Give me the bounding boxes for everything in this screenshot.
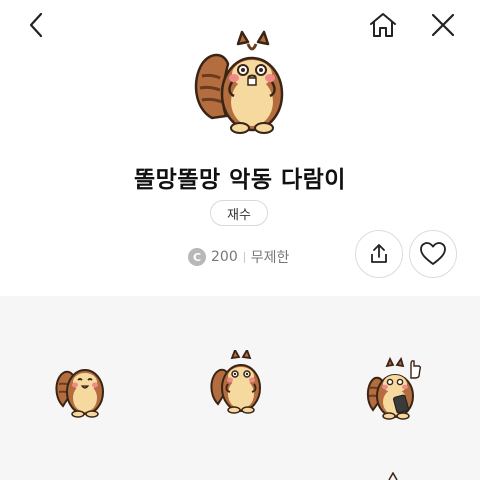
divider	[243, 251, 245, 263]
share-icon	[371, 244, 387, 263]
close-button[interactable]	[426, 8, 460, 42]
sticker-main-image	[194, 30, 284, 134]
home-icon	[370, 13, 396, 37]
sticker-item-3[interactable]	[365, 356, 421, 420]
sticker-next-row-peek	[388, 472, 398, 480]
share-button[interactable]	[355, 230, 403, 278]
sticker-item-1[interactable]	[53, 356, 109, 420]
tag-chip[interactable]: 재수	[210, 200, 268, 226]
sticker-grid	[0, 296, 480, 480]
coin-icon: C	[188, 248, 206, 266]
heart-outline-icon	[420, 242, 446, 265]
chevron-left-icon	[29, 12, 43, 38]
duration-label: 무제한	[250, 250, 290, 266]
home-button[interactable]	[366, 8, 400, 42]
back-button[interactable]	[20, 8, 54, 42]
price-row: C 200 무제한	[188, 246, 289, 268]
product-title: 똘망똘망 악동 다람이	[134, 167, 346, 193]
like-button[interactable]	[409, 230, 457, 278]
price-value: 200	[211, 249, 238, 265]
close-icon	[431, 13, 455, 37]
sticker-item-2[interactable]	[208, 350, 264, 414]
